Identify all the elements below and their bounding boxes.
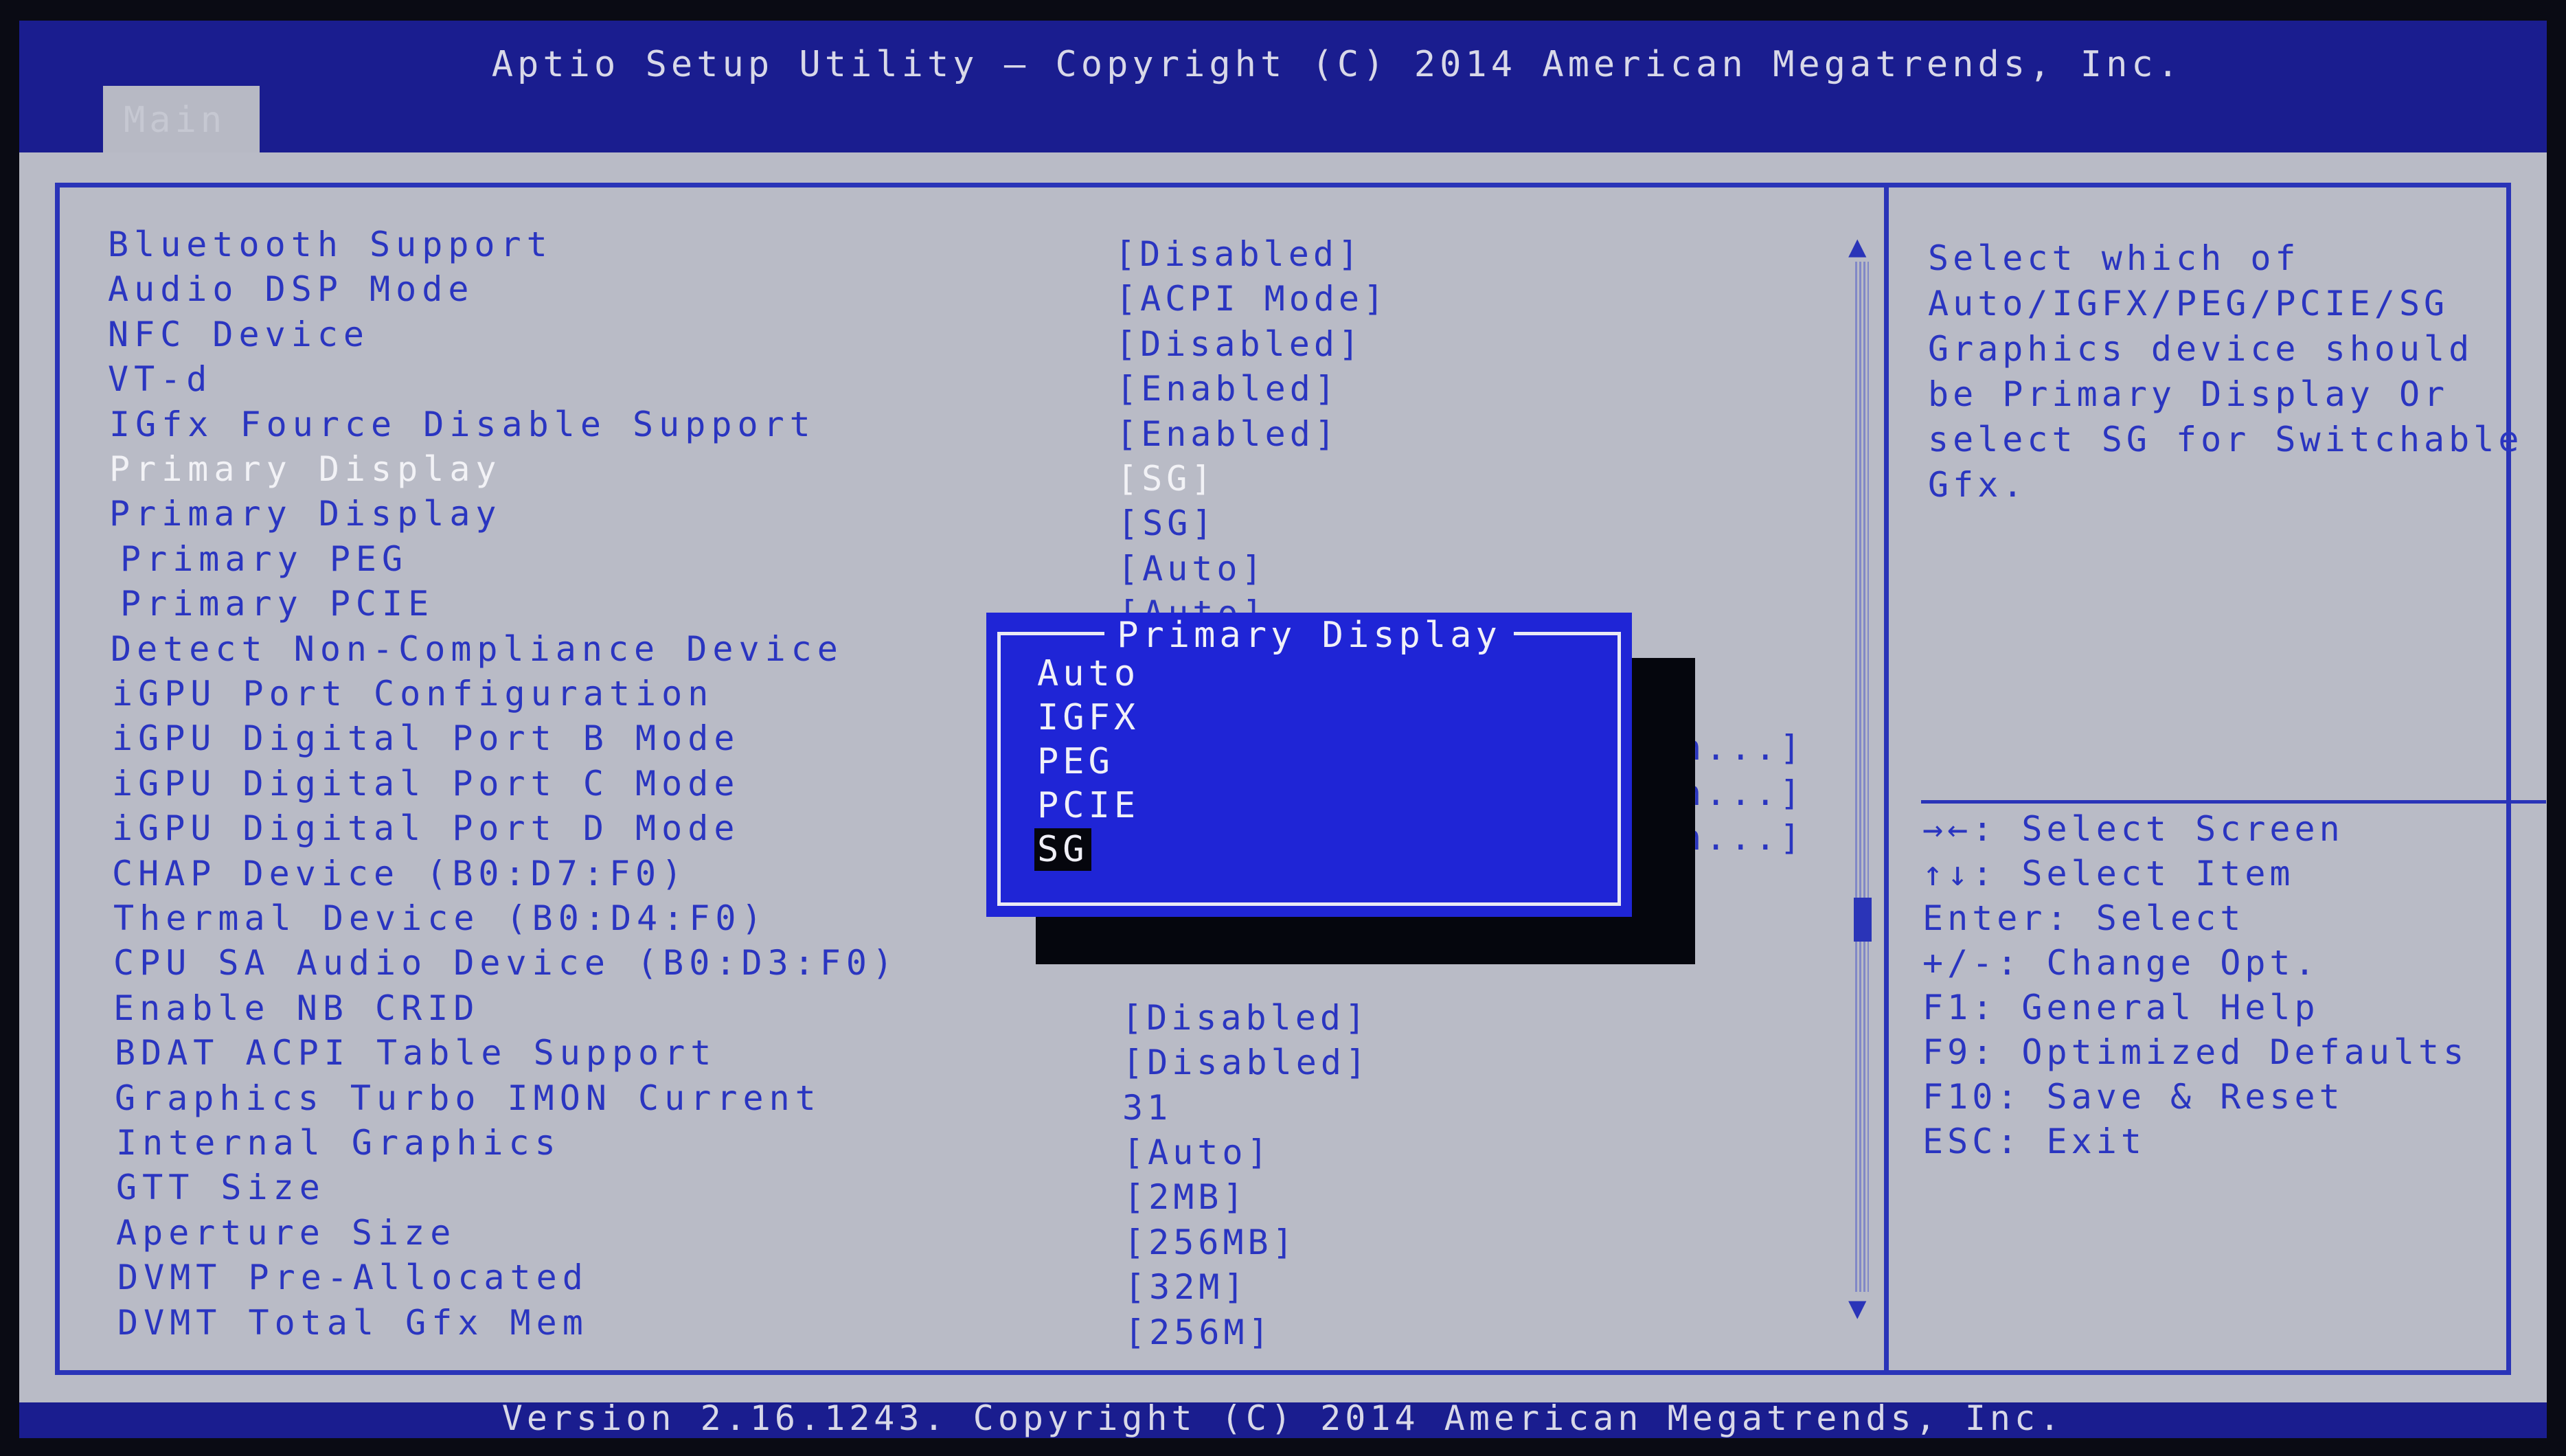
tab-main[interactable]: Main bbox=[103, 86, 260, 152]
setting-value[interactable]: [Disabled] bbox=[1122, 1043, 1370, 1082]
setting-label[interactable]: Internal Graphics bbox=[116, 1123, 561, 1163]
setting-label[interactable]: iGPU Digital Port B Mode bbox=[112, 718, 740, 758]
setting-label[interactable]: iGPU Digital Port C Mode bbox=[112, 764, 740, 804]
setting-value[interactable]: [Auto] bbox=[1117, 549, 1267, 589]
setting-label[interactable]: iGPU Digital Port D Mode bbox=[112, 808, 740, 848]
help-line: Gfx. bbox=[1928, 465, 2028, 505]
setting-label[interactable]: Bluetooth Support bbox=[108, 225, 553, 264]
help-line: select SG for Switchable bbox=[1928, 420, 2523, 459]
panel-divider bbox=[1884, 187, 1889, 1370]
setting-label[interactable]: Aperture Size bbox=[116, 1213, 456, 1253]
key-hint: F9: Optimized Defaults bbox=[1922, 1032, 2468, 1072]
setting-label[interactable]: DVMT Pre-Allocated bbox=[117, 1258, 589, 1297]
setup-body: Bluetooth Support [Disabled] Audio DSP Mod… bbox=[19, 152, 2547, 1402]
footer-bar: Version 2.16.1243. Copyright (C) 2014 Am… bbox=[19, 1398, 2547, 1438]
popup-title: Primary Display bbox=[1104, 613, 1514, 658]
help-line: Select which of bbox=[1928, 238, 2300, 278]
setting-value[interactable]: [Enabled] bbox=[1116, 414, 1339, 454]
setting-label[interactable]: CHAP Device (B0:D7:F0) bbox=[112, 854, 688, 894]
key-hint: ↑↓: Select Item bbox=[1922, 854, 2295, 894]
setting-value[interactable]: [Disabled] bbox=[1122, 998, 1370, 1038]
setting-label[interactable]: iGPU Port Configuration bbox=[112, 674, 714, 714]
setting-label[interactable]: Audio DSP Mode bbox=[108, 269, 474, 309]
setting-label[interactable]: DVMT Total Gfx Mem bbox=[117, 1303, 589, 1343]
popup-option-pcie[interactable]: PCIE bbox=[1034, 784, 1142, 827]
setting-label[interactable]: IGfx Fource Disable Support bbox=[109, 405, 816, 444]
setting-value[interactable]: [ACPI Mode] bbox=[1115, 279, 1388, 319]
popup-option-peg[interactable]: PEG bbox=[1034, 740, 1117, 783]
title-bar: Aptio Setup Utility – Copyright (C) 2014… bbox=[19, 21, 2547, 152]
popup-option-sg[interactable]: SG bbox=[1034, 828, 1091, 871]
setting-label[interactable]: Primary Display bbox=[109, 449, 502, 489]
key-hint: F1: General Help bbox=[1922, 988, 2319, 1027]
setting-value[interactable]: [256M] bbox=[1124, 1312, 1273, 1352]
version-text: Version 2.16.1243. Copyright (C) 2014 Am… bbox=[501, 1398, 2065, 1438]
key-legend: →←: Select Screen ↑↓: Select Item Enter:… bbox=[1922, 809, 2541, 1166]
setting-value[interactable]: [SG] bbox=[1117, 503, 1216, 543]
popup-option-igfx[interactable]: IGFX bbox=[1034, 696, 1142, 739]
setting-label[interactable]: BDAT ACPI Table Support bbox=[115, 1033, 716, 1073]
key-hint: ESC: Exit bbox=[1922, 1122, 2146, 1161]
setting-value[interactable]: [2MB] bbox=[1124, 1177, 1248, 1217]
setting-value[interactable]: [Enabled] bbox=[1116, 369, 1339, 409]
popup-option-auto[interactable]: Auto bbox=[1034, 652, 1142, 695]
help-line: be Primary Display Or bbox=[1928, 374, 2449, 414]
primary-display-popup: Primary Display Auto IGFX PEG PCIE SG bbox=[986, 613, 1632, 917]
scrollbar-track[interactable] bbox=[1855, 262, 1869, 1292]
scrollbar-thumb[interactable] bbox=[1854, 898, 1872, 942]
scroll-down-icon[interactable]: ▼ bbox=[1848, 1290, 1867, 1326]
setting-label[interactable]: Detect Non-Compliance Device bbox=[111, 629, 843, 669]
setting-value-partial[interactable]: h...] bbox=[1681, 773, 1805, 813]
setting-value[interactable]: [256MB] bbox=[1124, 1222, 1297, 1262]
setting-label[interactable]: Primary PCIE bbox=[120, 584, 434, 624]
app-title: Aptio Setup Utility – Copyright (C) 2014… bbox=[491, 44, 2183, 85]
setting-label[interactable]: Primary Display bbox=[109, 494, 502, 534]
help-divider bbox=[1921, 800, 2546, 804]
tab-main-label: Main bbox=[124, 100, 227, 141]
key-hint: →←: Select Screen bbox=[1922, 809, 2344, 849]
setting-value-partial[interactable]: h...] bbox=[1681, 728, 1805, 768]
setting-value-partial[interactable]: h...] bbox=[1681, 818, 1805, 858]
setting-value[interactable]: 31 bbox=[1122, 1088, 1172, 1128]
setting-value[interactable]: [Auto] bbox=[1123, 1133, 1272, 1172]
key-hint: +/-: Change Opt. bbox=[1922, 943, 2319, 983]
bios-screen: Aptio Setup Utility – Copyright (C) 2014… bbox=[19, 21, 2547, 1438]
setting-label[interactable]: CPU SA Audio Device (B0:D3:F0) bbox=[113, 943, 898, 983]
setting-label[interactable]: Primary PEG bbox=[120, 539, 408, 579]
setting-label[interactable]: Thermal Device (B0:D4:F0) bbox=[113, 898, 768, 938]
setting-value[interactable]: [32M] bbox=[1124, 1267, 1249, 1307]
key-hint: F10: Save & Reset bbox=[1922, 1077, 2344, 1117]
setting-label[interactable]: VT-d bbox=[108, 359, 212, 399]
setting-value[interactable]: [Disabled] bbox=[1115, 234, 1363, 274]
setting-label[interactable]: Enable NB CRID bbox=[113, 988, 479, 1028]
setting-label[interactable]: NFC Device bbox=[108, 315, 370, 354]
setting-label[interactable]: GTT Size bbox=[116, 1168, 326, 1207]
help-line: Graphics device should bbox=[1928, 329, 2474, 369]
key-hint: Enter: Select bbox=[1922, 898, 2245, 938]
setting-label[interactable]: Graphics Turbo IMON Current bbox=[115, 1078, 821, 1118]
help-line: Auto/IGFX/PEG/PCIE/SG bbox=[1928, 284, 2449, 323]
setting-value[interactable]: [Disabled] bbox=[1115, 324, 1363, 364]
setting-value[interactable]: [SG] bbox=[1117, 459, 1216, 499]
help-panel: Select which of Auto/IGFX/PEG/PCIE/SG Gr… bbox=[1928, 236, 2546, 508]
scroll-up-icon[interactable]: ▲ bbox=[1848, 229, 1867, 264]
